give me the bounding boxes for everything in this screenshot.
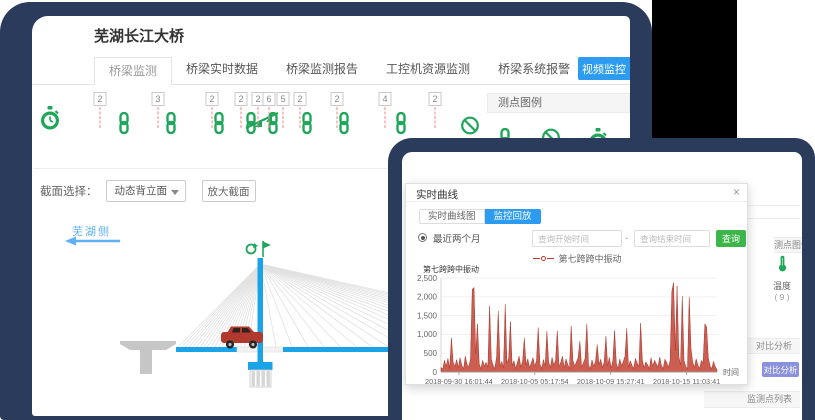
sensor-count-badge: 6 bbox=[263, 92, 276, 106]
section-controls: 截面选择： 动态背立面 放大截面 bbox=[40, 180, 256, 202]
section-dropdown[interactable]: 动态背立面 bbox=[106, 180, 186, 202]
svg-text:2018-10-05 05:17:54: 2018-10-05 05:17:54 bbox=[501, 377, 569, 384]
svg-text:时间: 时间 bbox=[723, 367, 739, 377]
sidebar-divider bbox=[746, 205, 800, 206]
forbid-sensor-icon[interactable] bbox=[461, 116, 480, 135]
legend-marker-icon bbox=[547, 258, 554, 259]
dialog-tabbar: 实时曲线图监控回放 bbox=[419, 209, 541, 224]
dialog-tab-0[interactable]: 实时曲线图 bbox=[419, 209, 485, 224]
svg-text:2018-10-15 11:03:41: 2018-10-15 11:03:41 bbox=[653, 377, 720, 384]
tower-top-sensor-icons bbox=[247, 241, 272, 257]
chain-sensor-icon[interactable] bbox=[118, 112, 131, 134]
radio-dot bbox=[421, 236, 425, 240]
dialog-header: 实时曲线 × bbox=[406, 184, 747, 202]
sensor-count-badge: 5 bbox=[277, 92, 290, 106]
vibration-chart: 第七跨跨中振动 0 500 1,000 1,500 2,000 2,500 2018-09-… bbox=[409, 262, 746, 384]
query-start-input[interactable] bbox=[532, 230, 622, 247]
sensor-count-badge: 3 bbox=[152, 92, 165, 106]
query-submit-button[interactable]: 查询 bbox=[716, 230, 746, 247]
sensor-dashed-line bbox=[269, 107, 270, 128]
chain-sensor-icon[interactable] bbox=[338, 112, 351, 134]
stopwatch-sensor-icon[interactable] bbox=[39, 106, 61, 132]
svg-text:第七跨跨中振动: 第七跨跨中振动 bbox=[423, 264, 479, 274]
sensor-count-badge: 2 bbox=[94, 92, 107, 106]
svg-text:2,500: 2,500 bbox=[417, 274, 438, 283]
svg-text:2018-09-30 16:01:44: 2018-09-30 16:01:44 bbox=[425, 377, 493, 384]
sidebar-temperature-item[interactable]: 温度 ( 9 ) bbox=[762, 255, 802, 302]
sensor-count-badge: 2 bbox=[331, 92, 344, 106]
temperature-count: ( 9 ) bbox=[762, 292, 802, 302]
chain-sensor-icon[interactable] bbox=[213, 112, 226, 134]
dialog-tab-1[interactable]: 监控回放 bbox=[485, 209, 541, 224]
chain-sensor-icon[interactable] bbox=[395, 112, 408, 134]
sensor-dashed-line bbox=[258, 107, 259, 128]
sensor-dashed-line bbox=[100, 107, 101, 128]
modal-window: 测点图例 温度 ( 9 ) 对比分析 对比分析 监测点列表 实时曲线 × 实时曲… bbox=[402, 152, 802, 420]
modal-window-frame: 测点图例 温度 ( 9 ) 对比分析 对比分析 监测点列表 实时曲线 × 实时曲… bbox=[388, 138, 815, 420]
query-row: 最近两个月 - 查询 bbox=[406, 230, 749, 248]
svg-text:2,000: 2,000 bbox=[417, 293, 438, 302]
svg-text:1,000: 1,000 bbox=[417, 330, 438, 339]
sensor-count-badge: 2 bbox=[206, 92, 219, 106]
realtime-curve-dialog: 实时曲线 × 实时曲线图监控回放 最近两个月 - 查询 第七跨跨中振动 bbox=[405, 183, 748, 385]
section-dropdown-value: 动态背立面 bbox=[115, 185, 168, 197]
chain-sensor-icon[interactable] bbox=[301, 112, 314, 134]
sensor-count-badge: 2 bbox=[294, 92, 307, 106]
sidebar-legend-header: 测点图例 bbox=[774, 237, 802, 253]
sensor-count-badge: 4 bbox=[379, 92, 392, 106]
zoom-section-button[interactable]: 放大截面 bbox=[202, 180, 256, 202]
compare-analysis-button[interactable]: 对比分析 bbox=[762, 362, 799, 377]
svg-text:500: 500 bbox=[424, 349, 438, 358]
sensor-dashed-line bbox=[158, 107, 159, 128]
sidebar-point-list-header: 监测点列表 bbox=[704, 391, 800, 408]
radio-last-two-months[interactable] bbox=[418, 233, 427, 242]
dialog-title: 实时曲线 bbox=[416, 187, 458, 202]
date-separator: - bbox=[625, 233, 628, 243]
sensor-dashed-line bbox=[283, 107, 284, 128]
legend-panel-title: 测点图例 bbox=[498, 97, 542, 109]
close-icon[interactable]: × bbox=[733, 185, 740, 199]
temperature-label: 温度 bbox=[762, 279, 802, 292]
svg-text:0: 0 bbox=[433, 368, 438, 377]
chain-sensor-icon[interactable] bbox=[165, 112, 178, 134]
direction-arrow-icon bbox=[65, 237, 120, 246]
chevron-down-icon bbox=[171, 190, 179, 195]
sensor-count-badge: 2 bbox=[429, 92, 442, 106]
legend-marker-icon bbox=[533, 258, 540, 259]
legend-panel-header: 测点图例 bbox=[487, 93, 630, 113]
svg-text:2018-10-09 15:27:41: 2018-10-09 15:27:41 bbox=[577, 377, 645, 384]
radio-label: 最近两个月 bbox=[433, 231, 481, 245]
screenshot-canvas: 芜湖长江大桥 桥梁监测桥梁实时数据桥梁监测报告工控机资源监测桥梁系统报警 视频监… bbox=[0, 0, 815, 420]
query-end-input[interactable] bbox=[634, 230, 710, 247]
legend-marker-icon bbox=[541, 256, 546, 261]
sensor-count-badge: 2 bbox=[235, 92, 248, 106]
sensor-dashed-line bbox=[385, 107, 386, 128]
svg-text:1,500: 1,500 bbox=[417, 311, 438, 320]
sensor-dashed-line bbox=[435, 107, 436, 128]
thermometer-icon bbox=[777, 259, 788, 276]
background-black-region bbox=[652, 0, 737, 140]
sidebar-divider bbox=[746, 218, 800, 219]
sensor-dashed-line bbox=[241, 107, 242, 128]
section-select-label: 截面选择： bbox=[40, 183, 98, 199]
